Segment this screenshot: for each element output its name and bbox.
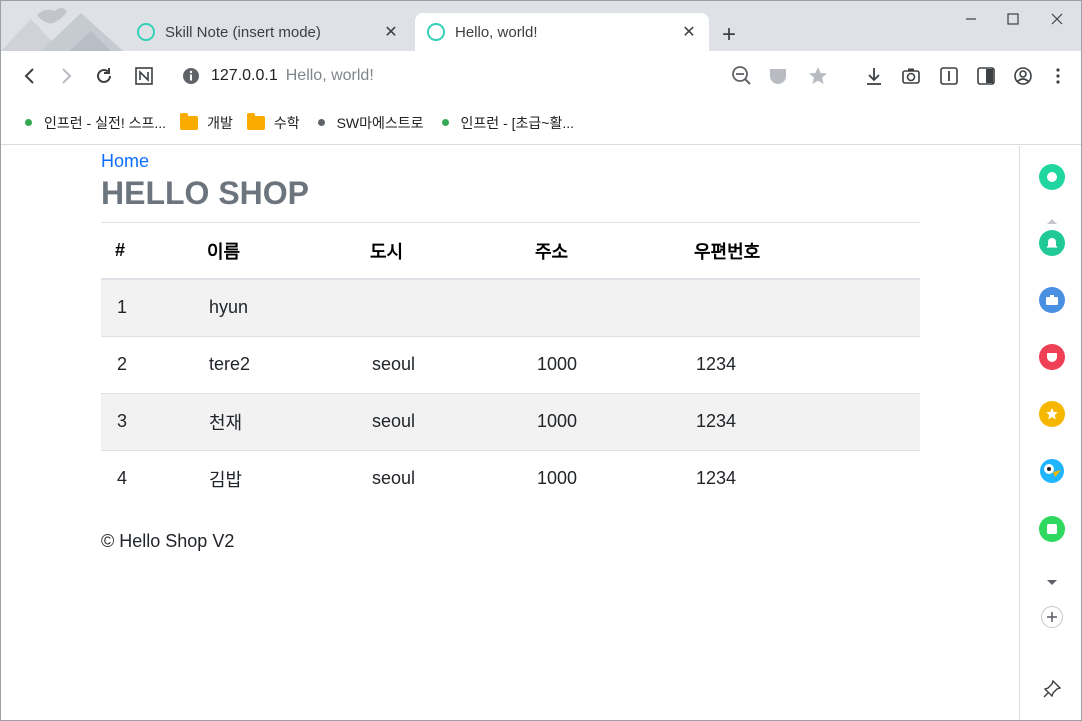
table-cell: seoul — [356, 336, 521, 394]
bookmark-label: SW마에스트로 — [336, 114, 424, 131]
table-cell: 3 — [101, 393, 193, 451]
tab-strip: Skill Note (insert mode) ✕ Hello, world!… — [1, 1, 1081, 51]
download-icon[interactable] — [861, 63, 887, 89]
home-link[interactable]: Home — [101, 151, 149, 172]
table-cell: 천재 — [193, 393, 356, 451]
table-cell: 1234 — [696, 468, 737, 489]
table-cell: 4 — [117, 468, 128, 489]
scroll-down-icon[interactable] — [1047, 578, 1057, 588]
folder-icon — [180, 112, 199, 130]
table-cell: 1234 — [680, 336, 920, 394]
app-square-icon[interactable] — [1039, 516, 1065, 542]
sidebar-toggle-icon[interactable] — [973, 63, 999, 89]
table-row: 1 hyun — [101, 279, 920, 337]
reload-button[interactable] — [91, 63, 117, 89]
table-cell: tere2 — [193, 336, 356, 394]
url-page-title: Hello, world! — [285, 67, 374, 84]
footer-text: © Hello Shop V2 — [101, 531, 235, 551]
url-host: 127.0.0.1 — [211, 67, 278, 84]
page-title: HELLO SHOP — [101, 174, 920, 223]
papago-icon[interactable] — [1039, 458, 1065, 484]
scroll-up-icon[interactable] — [1047, 216, 1057, 226]
column-header: 도시 — [356, 223, 521, 280]
column-header: # — [101, 223, 193, 280]
table-cell — [521, 279, 680, 337]
add-app-icon[interactable] — [1041, 606, 1063, 628]
close-icon[interactable]: ✕ — [677, 20, 701, 44]
table-cell — [356, 279, 521, 337]
address-bar[interactable]: 127.0.0.1 Hello, world! — [211, 64, 374, 88]
tab-title: Hello, world! — [455, 23, 538, 41]
maximize-button[interactable] — [991, 5, 1035, 33]
table-cell: seoul — [372, 468, 416, 489]
table-row: 2 tere2 seoul 1000 1234 — [101, 336, 920, 394]
bookmark-inflearn-course[interactable]: 인프런 - [초급~활... — [438, 113, 574, 133]
table-cell: 2 — [101, 336, 193, 394]
camera-icon[interactable] — [898, 63, 924, 89]
column-header: 주소 — [521, 223, 680, 280]
right-sidebar — [1019, 146, 1081, 720]
page-content: Home HELLO SHOP # 이름 도시 주소 우편번호 1 hyun 2… — [1, 146, 1019, 720]
table-cell: 1000 — [521, 393, 680, 451]
tab-skill-note[interactable]: Skill Note (insert mode) ✕ — [125, 13, 411, 51]
back-button[interactable] — [17, 63, 43, 89]
menu-icon[interactable] — [1045, 63, 1071, 89]
site-info-icon[interactable] — [181, 63, 201, 89]
bookmark-folder-math[interactable]: 수학 — [246, 112, 300, 133]
bookmarks-bar: 인프런 - 실전! 스프... 개발 수학 SW마에스트로 인프런 - [초급~… — [1, 101, 1081, 145]
browser-window: Skill Note (insert mode) ✕ Hello, world!… — [0, 0, 1082, 721]
bookmark-dot-icon — [25, 119, 32, 126]
close-icon[interactable]: ✕ — [379, 20, 403, 44]
site-icon — [427, 23, 445, 41]
bookmark-folder-dev[interactable]: 개발 — [180, 112, 233, 133]
toolbar: 127.0.0.1 Hello, world! — [1, 51, 1081, 101]
favorites-star-icon[interactable] — [1039, 401, 1065, 427]
bookmark-label: 인프런 - [초급~활... — [460, 114, 575, 131]
table-cell: 김밥 — [209, 469, 243, 490]
folder-icon — [246, 112, 265, 130]
minimize-button[interactable] — [949, 5, 993, 33]
bookmark-label: 수학 — [273, 114, 300, 131]
close-window-button[interactable] — [1035, 5, 1079, 33]
site-icon — [137, 23, 155, 41]
column-header: 이름 — [193, 223, 356, 280]
table-row: 4 김밥 seoul 1000 1234 — [101, 450, 920, 507]
theme-corner-art — [1, 1, 123, 51]
bookmark-inflearn-spring[interactable]: 인프런 - 실전! 스프... — [21, 113, 166, 133]
pocket-icon[interactable] — [765, 63, 791, 89]
reader-mode-icon[interactable] — [936, 63, 962, 89]
table-cell: 1 — [101, 279, 193, 337]
bookmark-sw-maestro[interactable]: SW마에스트로 — [314, 113, 424, 133]
new-tab-button[interactable]: + — [715, 21, 743, 49]
table-cell — [680, 279, 920, 337]
table-cell: hyun — [193, 279, 356, 337]
table-cell: 1000 — [521, 336, 680, 394]
toolbox-icon[interactable] — [1039, 287, 1065, 313]
main-container: Home HELLO SHOP # 이름 도시 주소 우편번호 1 hyun 2… — [101, 146, 920, 552]
table-row: 3 천재 seoul 1000 1234 — [101, 393, 920, 451]
bookmark-label: 개발 — [207, 114, 233, 131]
notification-bell-icon[interactable] — [1039, 230, 1065, 256]
table-cell: 1234 — [680, 393, 920, 451]
bookmark-dot-icon — [317, 119, 325, 126]
zoom-out-icon[interactable] — [729, 63, 755, 89]
pin-icon[interactable] — [1039, 676, 1065, 702]
whale-home-icon[interactable] — [1039, 164, 1065, 190]
table-cell: seoul — [356, 393, 521, 451]
table-cell: 1000 — [537, 468, 578, 489]
profile-icon[interactable] — [1010, 63, 1036, 89]
members-table: # 이름 도시 주소 우편번호 1 hyun 2 tere2 seoul 100… — [101, 223, 920, 507]
bookmark-dot-icon — [441, 119, 449, 126]
notion-icon[interactable] — [131, 63, 157, 89]
tab-title: Skill Note (insert mode) — [165, 23, 321, 41]
column-header: 우편번호 — [680, 223, 920, 280]
forward-button[interactable] — [53, 63, 79, 89]
bookmark-star-icon[interactable] — [805, 63, 831, 89]
tab-hello-world[interactable]: Hello, world! ✕ — [415, 13, 709, 51]
bookmark-label: 인프런 - 실전! 스프... — [44, 114, 167, 131]
table-header-row: # 이름 도시 주소 우편번호 — [101, 223, 920, 280]
pocket-sidebar-icon[interactable] — [1039, 344, 1065, 370]
